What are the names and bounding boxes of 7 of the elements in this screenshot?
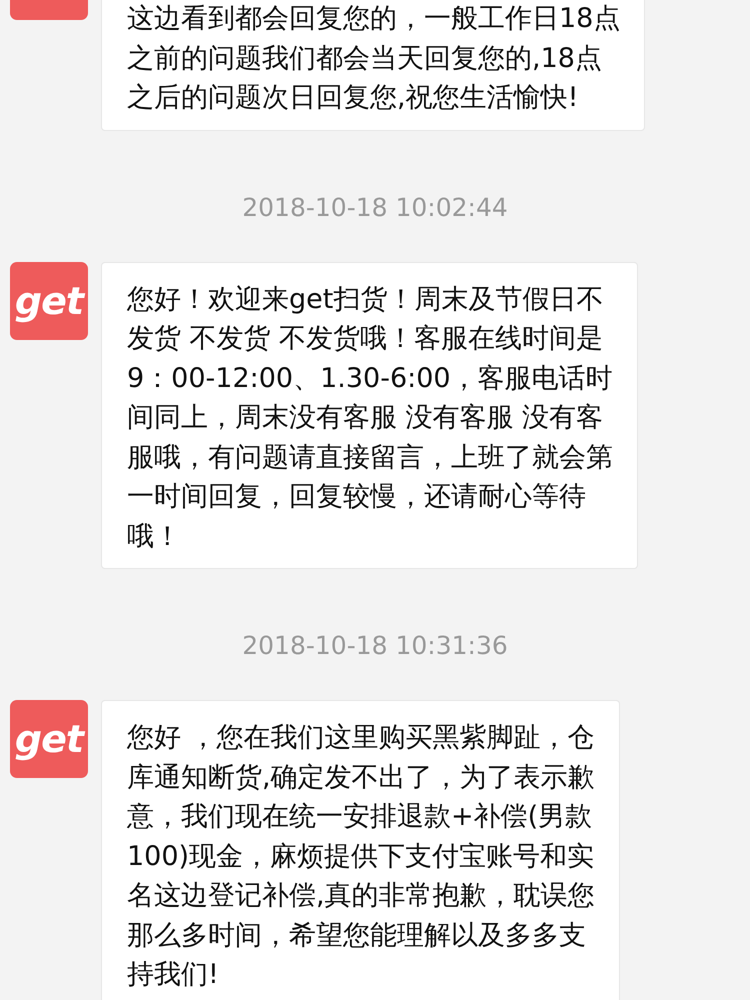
message-bubble: 您好 ，您在我们这里购买黑紫脚趾，仓 库通知断货,确定发不出了，为了表示歉 意，我们现在统一安排退款+补偿(男款 100)现金，麻烦提供下支付宝账号和实 名这边登记补偿,真的非常抱歉，耽误您 那么多时间，希望您能理解以及多多支 持我们!: [101, 700, 620, 1000]
timestamp: 2018-10-18 10:31:36: [242, 631, 508, 661]
timestamp: 2018-10-18 10:02:44: [242, 192, 508, 222]
message-bubble: 您好！欢迎来get扫货！周末及节假日不 发货 不发货 不发货哦！客服在线时间是 9：00-12:00、1.30-6:00，客服电话时 间同上，周末没有客服 没有客服 没有客 服哦，有问题请直接留言，上班了就会第 一时间回复，回复较慢，还请耐心等待 哦！: [101, 262, 638, 569]
message-bubble: 这边看到都会回复您的，一般工作日18点 之前的问题我们都会当天回复您的,18点 之后的问题次日回复您,祝您生活愉快!: [101, 0, 646, 130]
avatar-logo[interactable]: get: [10, 700, 88, 778]
avatar-logo[interactable]: get: [10, 262, 88, 340]
